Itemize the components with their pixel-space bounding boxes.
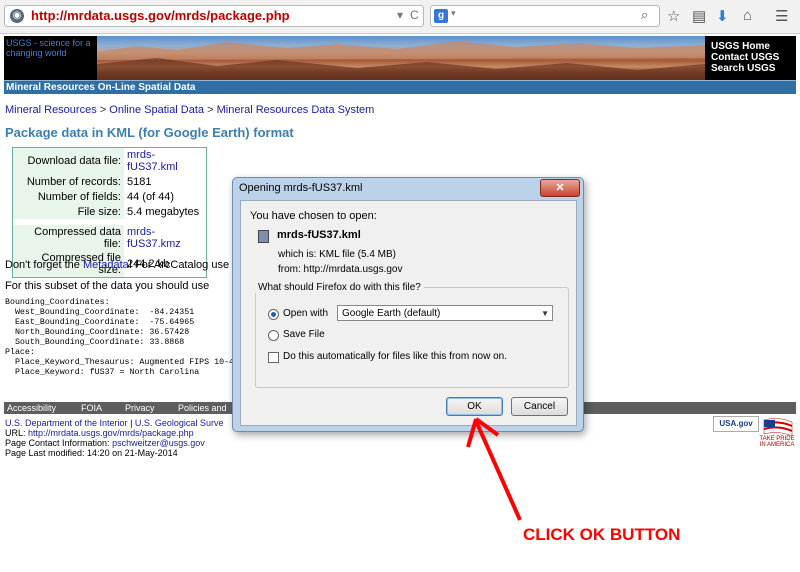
metadata-note: Don't forget the Metadata! For ArcCatalo… bbox=[5, 259, 241, 271]
usgs-banner: USGS - science for a changing world USGS… bbox=[4, 36, 796, 80]
url-label: URL: bbox=[5, 428, 26, 438]
click-ok-annotation: CLICK OK BUTTON bbox=[523, 525, 681, 544]
usgs-logo-slogan[interactable]: USGS - science for a changing world bbox=[6, 38, 96, 58]
page-url-link[interactable]: http://mrdata.usgs.gov/mrds/package.php bbox=[28, 428, 194, 438]
file-name: mrds-fUS37.kml bbox=[277, 229, 361, 241]
metadata-note-prefix: Don't forget the bbox=[5, 259, 83, 271]
google-search-icon[interactable]: g bbox=[434, 9, 448, 23]
breadcrumb-mrds[interactable]: Mineral Resources Data System bbox=[217, 104, 375, 116]
chevron-down-icon: ▼ bbox=[541, 309, 549, 318]
contact-label: Page Contact Information: bbox=[5, 438, 110, 448]
file-icon bbox=[258, 230, 269, 243]
action-group-legend: What should Firefox do with this file? bbox=[255, 282, 424, 293]
contact-usgs-link[interactable]: Contact USGS bbox=[711, 52, 779, 63]
table-row: Compressed data file: mrds-fUS37.kmz bbox=[12, 225, 207, 251]
auto-action-checkbox[interactable] bbox=[268, 352, 279, 363]
subset-note: For this subset of the data you should u… bbox=[5, 280, 210, 292]
dialog-title: Opening mrds-fUS37.kml bbox=[239, 182, 363, 194]
page-title: Package data in KML (for Google Earth) f… bbox=[5, 125, 294, 140]
save-file-radio[interactable] bbox=[268, 330, 279, 341]
table-row: Download data file: mrds-fUS37.kml bbox=[12, 147, 207, 175]
take-pride-text: TAKE PRIDE IN AMERICA bbox=[759, 436, 795, 448]
size-label: File size: bbox=[12, 204, 124, 219]
metadata-link[interactable]: Metadata bbox=[83, 259, 129, 271]
usagov-logo[interactable]: USA.gov bbox=[713, 416, 759, 432]
site-title-bar: Mineral Resources On-Line Spatial Data bbox=[4, 80, 796, 94]
selected-app-value: Google Earth (default) bbox=[342, 308, 441, 319]
breadcrumb-separator: > bbox=[99, 104, 107, 116]
table-row: Number of fields: 44 (of 44) bbox=[12, 189, 207, 204]
size-value: 5.4 megabytes bbox=[127, 205, 200, 218]
download-icon[interactable]: ⬇ bbox=[716, 7, 729, 25]
download-file-link[interactable]: mrds-fUS37.kml bbox=[124, 148, 207, 175]
dialog-close-button[interactable]: ✕ bbox=[540, 179, 580, 197]
file-type-info: which is: KML file (5.4 MB) bbox=[278, 249, 396, 260]
browser-toolbar: ◉ http://mrdata.usgs.gov/mrds/package.ph… bbox=[0, 0, 800, 34]
file-source-info: from: http://mrdata.usgs.gov bbox=[278, 264, 403, 275]
auto-action-label[interactable]: Do this automatically for files like thi… bbox=[283, 351, 507, 362]
compressed-label: Compressed data file: bbox=[12, 225, 124, 251]
bookmark-star-icon[interactable]: ☆ bbox=[667, 7, 680, 25]
open-with-label[interactable]: Open with bbox=[283, 308, 328, 319]
records-label: Number of records: bbox=[12, 174, 124, 189]
search-bar[interactable]: g ▾ ⌕ bbox=[430, 5, 660, 27]
url-bar[interactable]: ◉ http://mrdata.usgs.gov/mrds/package.ph… bbox=[4, 5, 424, 27]
breadcrumb-online-spatial-data[interactable]: Online Spatial Data bbox=[109, 104, 204, 116]
search-usgs-link[interactable]: Search USGS bbox=[711, 63, 779, 74]
home-icon[interactable]: ⌂ bbox=[743, 7, 752, 24]
last-modified: Page Last modified: 14:20 on 21-May-2014 bbox=[5, 448, 178, 458]
contact-email-link[interactable]: pschweitzer@usgs.gov bbox=[112, 438, 205, 448]
compressed-file-link[interactable]: mrds-fUS37.kmz bbox=[124, 225, 207, 251]
bounding-coordinates-text: Bounding_Coordinates: West_Bounding_Coor… bbox=[5, 298, 235, 377]
red-arrow-annotation-icon bbox=[466, 417, 522, 521]
footer-privacy-link[interactable]: Privacy bbox=[125, 402, 155, 414]
fields-value: 44 (of 44) bbox=[127, 190, 175, 203]
banner-links: USGS Home Contact USGS Search USGS bbox=[711, 41, 779, 74]
bookmarks-list-icon[interactable]: ▤ bbox=[692, 7, 706, 25]
footer-foia-link[interactable]: FOIA bbox=[81, 402, 102, 414]
download-label: Download data file: bbox=[12, 147, 124, 174]
breadcrumb-mineral-resources[interactable]: Mineral Resources bbox=[5, 104, 97, 116]
menu-icon[interactable]: ☰ bbox=[775, 7, 788, 25]
open-with-radio[interactable] bbox=[268, 309, 279, 320]
url-text[interactable]: http://mrdata.usgs.gov/mrds/package.php bbox=[31, 8, 290, 23]
records-value: 5181 bbox=[127, 175, 152, 188]
chosen-to-open-label: You have chosen to open: bbox=[250, 210, 377, 222]
footer-info: U.S. Department of the Interior | U.S. G… bbox=[5, 418, 224, 458]
fields-label: Number of fields: bbox=[12, 189, 124, 204]
table-row: File size: 5.4 megabytes bbox=[12, 204, 207, 219]
table-row: Number of records: 5181 bbox=[12, 174, 207, 189]
breadcrumb: Mineral Resources > Online Spatial Data … bbox=[5, 104, 374, 116]
globe-icon: ◉ bbox=[10, 9, 24, 23]
metadata-note-suffix: ! For ArcCatalog use th bbox=[128, 259, 242, 271]
open-with-app-select[interactable]: Google Earth (default) ▼ bbox=[337, 305, 553, 321]
breadcrumb-separator: > bbox=[207, 104, 214, 116]
usgs-link[interactable]: U.S. Geological Surve bbox=[135, 418, 224, 428]
magnifier-icon[interactable]: ⌕ bbox=[641, 7, 648, 23]
search-engine-dropdown-icon[interactable]: ▾ bbox=[451, 8, 456, 19]
usgs-home-link[interactable]: USGS Home bbox=[711, 41, 779, 52]
doi-link[interactable]: U.S. Department of the Interior bbox=[5, 418, 128, 428]
footer-policies-link[interactable]: Policies and bbox=[178, 402, 227, 414]
url-dropdown-icon[interactable]: ▾ bbox=[397, 8, 403, 22]
reload-icon[interactable]: C bbox=[410, 8, 419, 22]
dialog-body: You have chosen to open: mrds-fUS37.kml … bbox=[240, 200, 577, 426]
open-file-dialog: Opening mrds-fUS37.kml ✕ You have chosen… bbox=[232, 177, 584, 432]
canyon-ridges-graphic bbox=[97, 41, 705, 80]
save-file-label[interactable]: Save File bbox=[283, 329, 325, 340]
footer-accessibility-link[interactable]: Accessibility bbox=[7, 402, 56, 414]
